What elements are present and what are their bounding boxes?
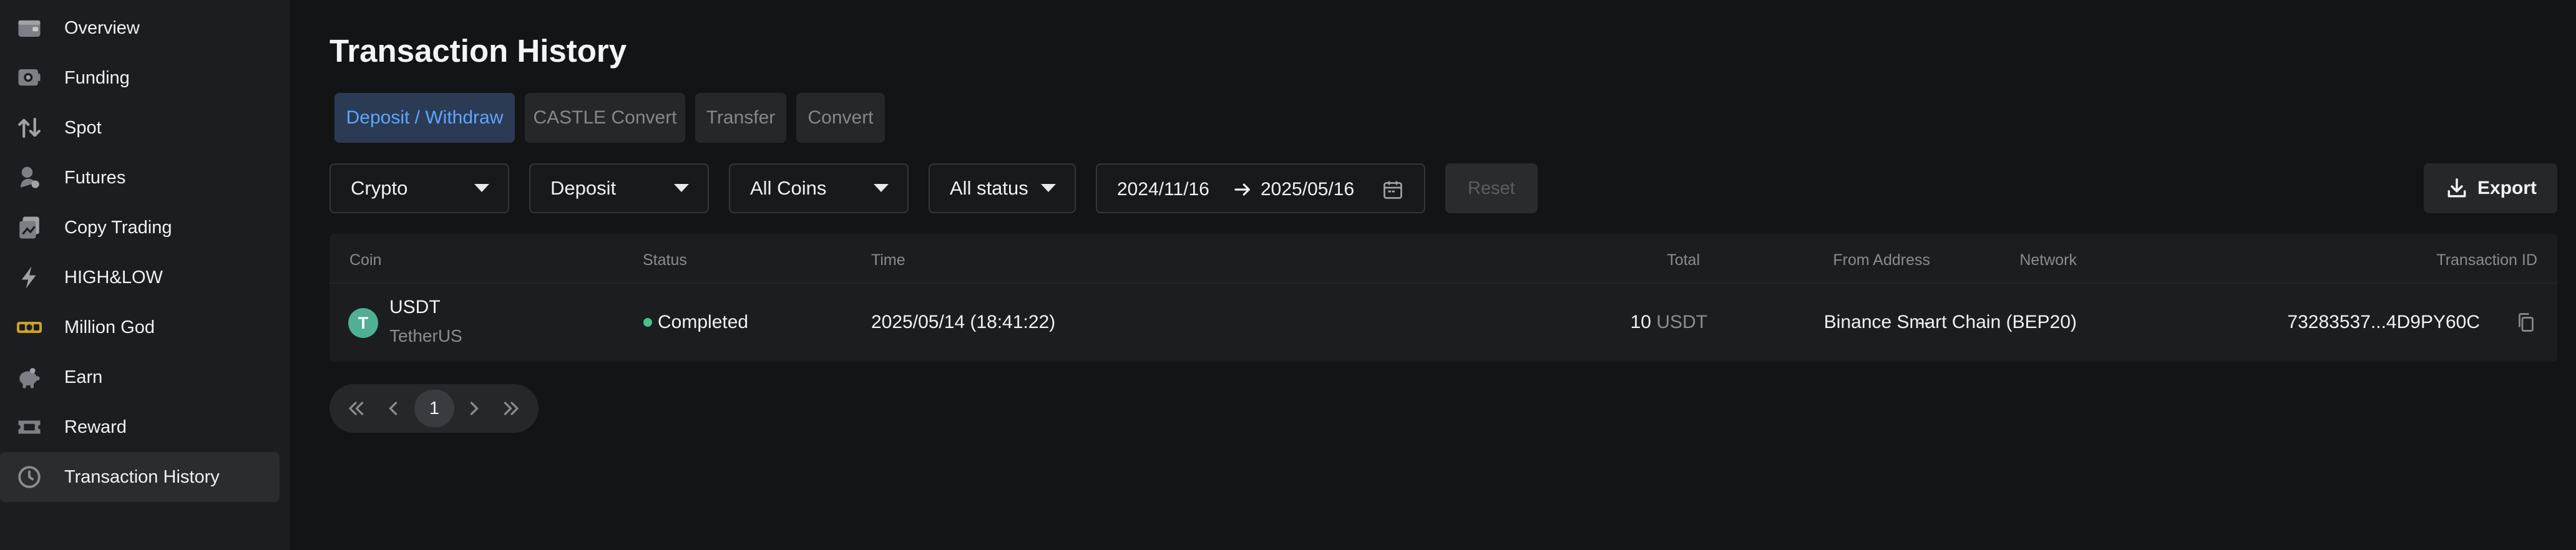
next-page-icon[interactable]: [456, 390, 493, 427]
copy-icon[interactable]: [2515, 311, 2537, 334]
network: Binance Smart Chain (BEP20): [1823, 312, 2077, 332]
transactions-table: Coin Status Time Total From Address Netw…: [329, 234, 2557, 362]
wallet-icon: [16, 15, 42, 41]
ticket-icon: [16, 414, 42, 440]
arrow-right-icon: [1234, 183, 1250, 196]
sidebar-item-copy-trading[interactable]: Copy Trading: [0, 203, 280, 253]
column-header-network: Network: [2019, 251, 2077, 269]
usdt-coin-icon: T: [348, 308, 378, 338]
sidebar-item-high-low[interactable]: HIGH&LOW: [0, 253, 280, 302]
column-header-time: Time: [871, 251, 905, 269]
last-page-icon[interactable]: [493, 390, 530, 427]
sidebar-item-label: Spot: [64, 117, 102, 138]
coin-full-name: TetherUS: [389, 326, 462, 345]
clock-icon: [16, 464, 42, 490]
lightning-icon: [16, 264, 42, 291]
reset-button[interactable]: Reset: [1445, 163, 1538, 213]
chevron-down-icon: [674, 184, 689, 192]
account-type-select[interactable]: Crypto: [329, 163, 509, 213]
sidebar-item-label: HIGH&LOW: [64, 267, 163, 287]
sidebar-item-funding[interactable]: Funding: [0, 53, 280, 103]
export-button[interactable]: Export: [2424, 163, 2557, 213]
tab-transfer[interactable]: Transfer: [695, 93, 786, 143]
total-cell: 10 USDT: [1631, 312, 1707, 333]
chevron-down-icon: [1041, 184, 1056, 192]
copy-trading-icon: [16, 215, 42, 241]
coin-select[interactable]: All Coins: [729, 163, 909, 213]
date-from[interactable]: 2024/11/16: [1117, 179, 1209, 200]
sidebar-item-futures[interactable]: Futures: [0, 153, 280, 203]
sidebar: Overview Funding Spot Futures Copy Tradi…: [0, 0, 290, 550]
transaction-id: 73283537...4D9PY60C: [2287, 312, 2480, 332]
transaction-type-value: Deposit: [550, 177, 617, 199]
column-header-transaction-id: Transaction ID: [2436, 251, 2537, 269]
page-number-current[interactable]: 1: [414, 390, 454, 427]
tab-castle-convert[interactable]: CASTLE Convert: [525, 93, 685, 143]
export-label: Export: [2477, 178, 2537, 198]
status-select-value: All status: [950, 177, 1028, 199]
column-header-status: Status: [643, 251, 687, 269]
sidebar-item-spot[interactable]: Spot: [0, 103, 280, 153]
coin-symbol: USDT: [389, 297, 441, 317]
safe-icon: [16, 65, 42, 91]
swap-arrows-icon: [16, 115, 42, 141]
status-dot: [643, 318, 652, 327]
first-page-icon[interactable]: [337, 390, 374, 427]
tab-deposit-withdraw[interactable]: Deposit / Withdraw: [334, 93, 515, 143]
sidebar-item-label: Transaction History: [64, 466, 220, 487]
account-type-value: Crypto: [351, 177, 408, 199]
sidebar-item-million-god[interactable]: Million God: [0, 302, 280, 352]
sidebar-item-label: Overview: [64, 17, 140, 38]
transaction-time: 2025/05/14 (18:41:22): [871, 312, 1056, 332]
sidebar-item-reward[interactable]: Reward: [0, 402, 280, 452]
sidebar-item-transaction-history[interactable]: Transaction History: [0, 452, 280, 502]
piggy-bank-icon: [16, 364, 42, 390]
sidebar-item-label: Futures: [64, 167, 126, 188]
tab-convert[interactable]: Convert: [796, 93, 885, 143]
sidebar-item-earn[interactable]: Earn: [0, 352, 280, 402]
sidebar-item-label: Funding: [64, 67, 130, 88]
sidebar-item-label: Copy Trading: [64, 217, 172, 238]
column-header-coin: Coin: [349, 251, 382, 269]
date-to[interactable]: 2025/05/16: [1261, 179, 1354, 200]
total-unit: USDT: [1656, 312, 1707, 332]
chevron-down-icon: [474, 184, 489, 192]
status-text: Completed: [658, 312, 749, 332]
transaction-type-select[interactable]: Deposit: [529, 163, 709, 213]
sidebar-item-label: Reward: [64, 417, 127, 437]
sidebar-item-overview[interactable]: Overview: [0, 3, 280, 53]
previous-page-icon[interactable]: [374, 390, 412, 427]
download-icon: [2447, 178, 2466, 198]
column-header-from-address: From Address: [1833, 251, 1930, 269]
sidebar-item-label: Earn: [64, 367, 103, 387]
date-range-picker[interactable]: 2024/11/16 2025/05/16: [1096, 163, 1425, 213]
calendar-icon[interactable]: [1382, 178, 1404, 201]
sidebar-item-label: Million God: [64, 317, 155, 337]
chevron-down-icon: [874, 184, 889, 192]
pagination: 1: [329, 384, 539, 433]
coin-select-value: All Coins: [750, 177, 827, 199]
page-title: Transaction History: [329, 33, 627, 69]
total-amount: 10: [1630, 312, 1651, 332]
column-header-total: Total: [1667, 251, 1700, 269]
futures-icon: [16, 165, 42, 191]
god-badge-icon: [16, 314, 42, 340]
status-select[interactable]: All status: [929, 163, 1076, 213]
header-divider: [329, 282, 2557, 284]
